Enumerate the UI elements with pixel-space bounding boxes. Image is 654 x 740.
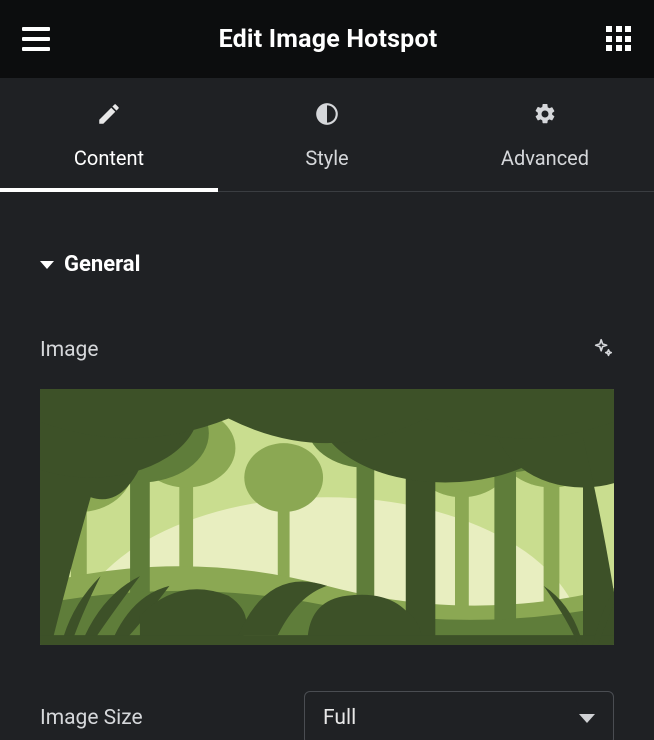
ai-sparkle-icon[interactable] (592, 337, 614, 363)
tab-advanced-label: Advanced (501, 146, 589, 170)
image-size-select[interactable]: Full (304, 691, 614, 740)
image-size-label: Image Size (40, 706, 143, 730)
tab-advanced[interactable]: Advanced (436, 78, 654, 191)
tab-style[interactable]: Style (218, 78, 436, 191)
pencil-icon (95, 100, 123, 128)
tab-style-label: Style (305, 146, 348, 170)
tab-content-label: Content (74, 146, 144, 170)
page-title: Edit Image Hotspot (219, 25, 438, 54)
menu-icon[interactable] (22, 27, 50, 51)
tabs: Content Style Advanced (0, 78, 654, 192)
section-general-title: General (64, 252, 140, 277)
section-general-header[interactable]: General (40, 252, 614, 277)
image-size-value: Full (323, 706, 356, 730)
image-preview[interactable] (40, 389, 614, 645)
jungle-image (40, 389, 614, 645)
tab-content[interactable]: Content (0, 78, 218, 191)
top-bar: Edit Image Hotspot (0, 0, 654, 78)
content-panel: General Image (0, 252, 654, 740)
chevron-down-icon (579, 714, 595, 723)
gear-icon (531, 100, 559, 128)
image-label: Image (40, 338, 98, 362)
contrast-icon (313, 100, 341, 128)
image-field-row: Image (40, 337, 614, 363)
caret-down-icon (40, 261, 54, 269)
image-size-row: Image Size Full (40, 691, 614, 740)
apps-grid-icon[interactable] (606, 26, 632, 52)
